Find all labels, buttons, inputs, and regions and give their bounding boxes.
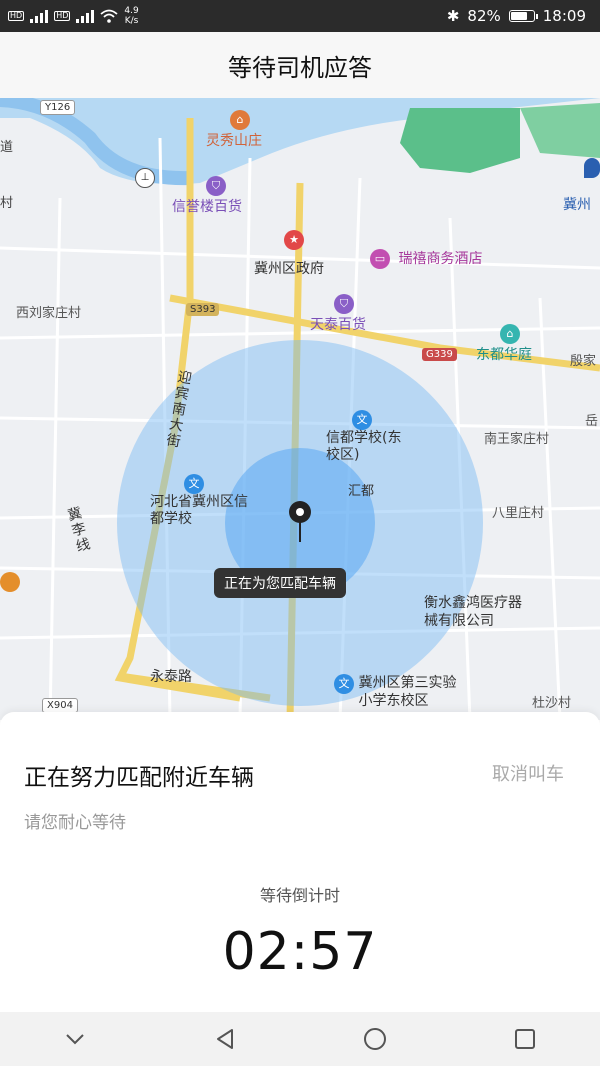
road-shield-y126: Y126 [40, 100, 76, 115]
matching-panel: 正在努力匹配附近车辆 取消叫车 请您耐心等待 等待倒计时 02:57 [0, 712, 600, 1012]
signal-icon [76, 9, 95, 23]
poi-xindu-school-label: 信都学校(东校区) [326, 430, 402, 463]
bluetooth-icon: ✱ [446, 7, 460, 25]
home-circle-icon [364, 1028, 386, 1050]
clock: 18:09 [542, 7, 586, 25]
map-label-nanwang: 南王家庄村 [484, 432, 550, 447]
fuel-icon [0, 572, 20, 592]
hd-icon: HD [54, 11, 71, 21]
poi-ruixiang[interactable]: ▭ 瑞禧商务酒店 [370, 248, 482, 269]
location-icon [584, 158, 600, 178]
map-label-edge-jizhou: 冀州 [563, 197, 591, 213]
countdown-label: 等待倒计时 [259, 886, 340, 905]
poi-jizhou-third-label: 冀州区第三实验小学东校区 [358, 675, 457, 709]
map-label-bali: 八里庄村 [492, 506, 545, 521]
shopping-bag-icon: ⛉ [334, 294, 354, 314]
poi-lingxiu[interactable]: ⌂ 灵秀山庄 [206, 110, 262, 150]
poi-lingxiu-label: 灵秀山庄 [206, 133, 262, 149]
countdown-timer: 02:57 [222, 922, 378, 982]
poi-xinyu[interactable]: ⛉ 信誉楼百货 [172, 176, 242, 216]
map-label-jizhou-gov: 冀州区政府 [254, 261, 324, 277]
cancel-ride-button[interactable]: 取消叫车 [492, 760, 564, 786]
hotel-bed-icon: ▭ [370, 249, 390, 269]
poi-dongdu[interactable]: ⌂ 东都华庭 [476, 324, 532, 364]
poi-hebei-school[interactable]: 文 河北省冀州区信都学校 [150, 474, 250, 528]
poi-ruixiang-label: 瑞禧商务酒店 [398, 251, 483, 267]
nav-hide-button[interactable] [45, 1019, 105, 1059]
battery-percent: 82% [467, 7, 501, 25]
road-shield-s393: S393 [186, 303, 220, 316]
matching-callout: 正在为您匹配车辆 [214, 568, 346, 598]
status-bar: HD HD 4.9 K/s ✱ 82% 18:09 [0, 0, 600, 32]
chevron-down-icon [66, 1034, 84, 1045]
back-triangle-icon [217, 1029, 233, 1049]
page-title: 等待司机应答 [228, 53, 372, 82]
map-label-edge-yin: 殷家 [570, 354, 597, 369]
star-icon: ★ [284, 230, 304, 250]
map-label-edge-hui: 汇都 [348, 484, 375, 499]
map-label-xiliu: 西刘家庄村 [16, 306, 82, 321]
matching-subtitle: 请您耐心等待 [24, 813, 126, 833]
nav-home-button[interactable] [345, 1019, 405, 1059]
school-icon: 文 [184, 474, 204, 494]
poi-hebei-school-label: 河北省冀州区信都学校 [150, 494, 248, 527]
signal-icon [30, 9, 49, 23]
poi-tiantai-label: 天泰百货 [310, 317, 366, 333]
nav-back-button[interactable] [195, 1019, 255, 1059]
road-shield-g339: G339 [422, 348, 457, 361]
poi-xinyu-label: 信誉楼百货 [172, 199, 242, 215]
poi-xindu-school[interactable]: 文 信都学校(东校区) [326, 410, 406, 464]
hd-icon: HD [8, 11, 25, 21]
matching-headline: 正在努力匹配附近车辆 [24, 765, 254, 791]
network-speed: 4.9 K/s [124, 6, 139, 26]
poi-tiantai[interactable]: ⛉ 天泰百货 [310, 294, 366, 334]
nav-recents-button[interactable] [495, 1019, 555, 1059]
poi-dongdu-label: 东都华庭 [476, 347, 532, 363]
residence-icon: ⌂ [500, 324, 520, 344]
system-nav-bar [0, 1012, 600, 1066]
poi-jizhou-third[interactable]: 文 冀州区第三实验小学东校区 [334, 674, 468, 710]
school-icon: 文 [352, 410, 372, 430]
wifi-icon [100, 9, 118, 23]
page-title-bar: 等待司机应答 [0, 32, 600, 98]
map-label-hengshui: 衡水鑫鸿医疗器械有限公司 [424, 595, 522, 629]
recents-square-icon [515, 1029, 535, 1049]
school-icon: 文 [334, 674, 354, 694]
map-pin-icon [289, 501, 311, 542]
battery-icon [508, 10, 538, 22]
map-view[interactable]: Y126 S393 G339 X904 ⌂ 灵秀山庄 道 村 ⊥ ⛉ 信誉楼百货… [0, 98, 600, 720]
shopping-bag-icon: ⛉ [206, 176, 226, 196]
building-icon: ⌂ [230, 110, 250, 130]
map-label-edge-yue: 岳 [585, 414, 599, 429]
map-label-edge-dao: 道 [0, 140, 14, 155]
poi-jizhou-gov[interactable]: ★ [284, 230, 304, 250]
station-icon: ⊥ [135, 168, 155, 188]
map-label-dusha: 杜沙村 [532, 696, 572, 711]
map-label-yongtai: 永泰路 [150, 669, 192, 685]
map-label-edge-cun: 村 [0, 196, 14, 211]
road-shield-x904: X904 [42, 698, 78, 713]
